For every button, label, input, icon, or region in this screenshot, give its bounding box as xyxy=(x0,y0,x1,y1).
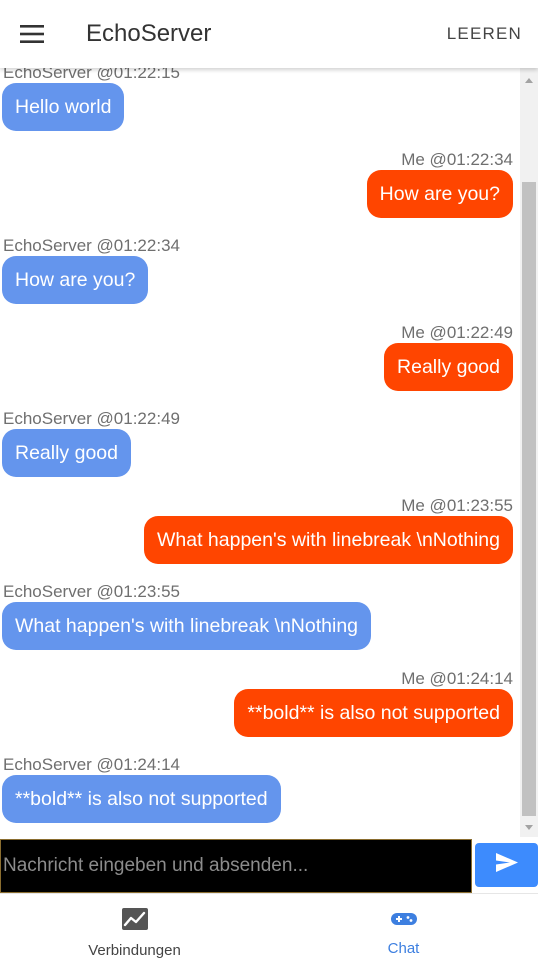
message-bubble: How are you? xyxy=(2,256,149,304)
message-bubble: Really good xyxy=(2,429,131,477)
message-meta: Me @01:23:55 xyxy=(401,496,513,515)
clear-chat-button[interactable]: LEEREN xyxy=(447,24,522,44)
message-meta: EchoServer @01:22:15 xyxy=(3,68,180,82)
message-meta: Me @01:24:14 xyxy=(401,669,513,688)
app-title: EchoServer xyxy=(86,20,212,47)
message-meta: EchoServer @01:24:14 xyxy=(3,755,180,774)
chat-scrollbar[interactable] xyxy=(520,68,538,837)
message-meta: Me @01:22:34 xyxy=(401,150,513,169)
scroll-down-arrow-icon[interactable] xyxy=(520,819,538,835)
app-bar: EchoServer LEEREN xyxy=(0,0,538,68)
nav-item-chat[interactable]: Chat xyxy=(269,894,538,963)
message-bubble: Hello world xyxy=(2,83,125,131)
message-input[interactable] xyxy=(0,839,472,893)
message-meta: Me @01:22:49 xyxy=(401,323,513,342)
message-meta: EchoServer @01:22:49 xyxy=(3,409,180,428)
nav-item-verbindungen[interactable]: Verbindungen xyxy=(0,894,269,963)
send-icon xyxy=(495,853,518,877)
message-bubble: How are you? xyxy=(366,170,513,218)
message-bubble: **bold** is also not supported xyxy=(234,689,513,737)
nav-label: Chat xyxy=(387,940,420,957)
scroll-up-arrow-icon[interactable] xyxy=(520,72,538,88)
message-bubble: **bold** is also not supported xyxy=(2,775,281,823)
bottom-navigation: Verbindungen Chat xyxy=(0,893,538,963)
chat-message-list[interactable]: EchoServer @01:22:15 Hello world Me @01:… xyxy=(0,68,520,837)
message-composer xyxy=(0,837,538,893)
message-bubble: What happen's with linebreak \nNothing xyxy=(143,516,513,564)
message-meta: EchoServer @01:22:34 xyxy=(3,236,180,255)
gamepad-icon xyxy=(390,908,417,933)
message-bubble: What happen's with linebreak \nNothing xyxy=(2,602,372,650)
chart-line-icon xyxy=(121,908,148,935)
message-bubble: Really good xyxy=(384,343,513,391)
hamburger-menu-icon[interactable] xyxy=(0,0,64,68)
nav-label: Verbindungen xyxy=(88,942,181,959)
message-meta: EchoServer @01:23:55 xyxy=(3,582,180,601)
send-button[interactable] xyxy=(475,843,538,887)
scrollbar-thumb[interactable] xyxy=(522,182,536,816)
